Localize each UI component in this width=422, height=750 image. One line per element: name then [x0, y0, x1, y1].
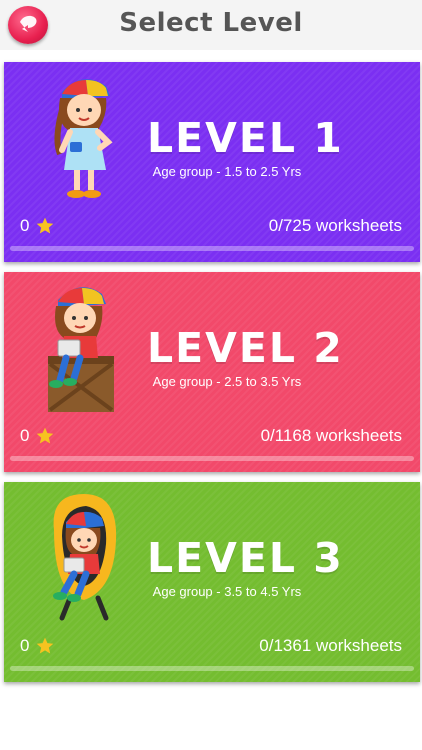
age-group-label: Age group - 2.5 to 3.5 Yrs: [152, 374, 302, 389]
level-title: LEVEL 2: [147, 324, 344, 372]
star-count-value: 0: [20, 216, 30, 235]
star-icon: [37, 427, 54, 444]
girl-on-crate-illustration: [48, 287, 114, 412]
age-group-label: Age group - 1.5 to 2.5 Yrs: [152, 164, 302, 179]
header-bar: Select Level: [0, 0, 422, 50]
level-title: LEVEL 3: [147, 534, 344, 582]
star-count: 0: [20, 216, 55, 236]
age-group-label: Age group - 3.5 to 4.5 Yrs: [152, 584, 302, 599]
progress-bar: [10, 666, 414, 671]
girl-standing-illustration: [54, 79, 113, 198]
progress-bar: [10, 246, 414, 251]
star-icon: [37, 637, 54, 654]
girl-in-chair-illustration: [53, 494, 117, 621]
star-count-value: 0: [20, 636, 30, 655]
worksheet-count: 0/1361 worksheets: [259, 636, 402, 655]
star-count-value: 0: [20, 426, 30, 445]
worksheet-count: 0/1168 worksheets: [260, 426, 402, 445]
level-card-2[interactable]: LEVEL 2 Age group - 2.5 to 3.5 Yrs 0 0/1…: [4, 272, 420, 472]
progress-bar: [10, 456, 414, 461]
page-title: Select Level: [119, 8, 303, 38]
level-card-3[interactable]: LEVEL 3 Age group - 3.5 to 4.5 Yrs 0 0/1…: [4, 482, 420, 682]
star-count: 0: [20, 426, 55, 446]
level-title: LEVEL 1: [147, 114, 344, 162]
star-count: 0: [20, 636, 55, 656]
worksheet-count: 0/725 worksheets: [268, 216, 402, 235]
star-icon: [37, 217, 54, 234]
level-card-1[interactable]: LEVEL 1 Age group - 1.5 to 2.5 Yrs 0 0/7…: [4, 62, 420, 262]
